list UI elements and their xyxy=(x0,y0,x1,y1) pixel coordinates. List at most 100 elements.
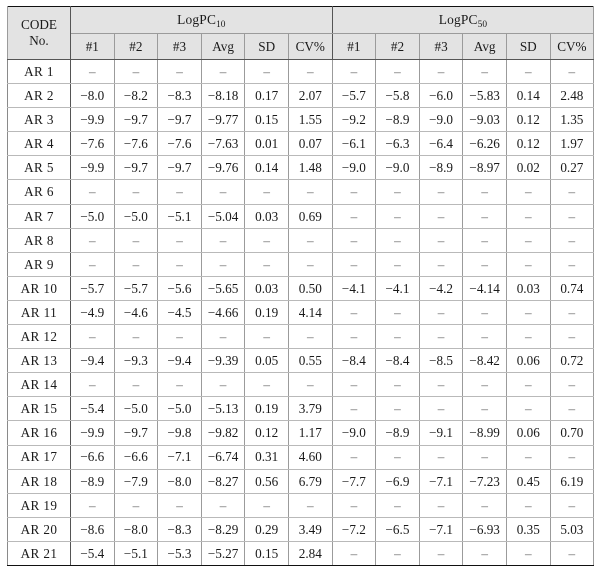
cell-pc10-avg: −8.18 xyxy=(200,83,246,109)
cell-pc50-cvpct: – xyxy=(549,492,595,518)
cell-pc10-n3: −7.6 xyxy=(157,131,202,157)
cell-pc10-avg: −5.27 xyxy=(200,540,246,566)
cell-pc50-n2: −8.4 xyxy=(375,348,420,374)
cell-pc50-cvpct: 1.35 xyxy=(549,107,595,133)
row-code-cell: AR 16 xyxy=(7,420,71,446)
group-header-logpc10: LogPC10 xyxy=(70,6,333,34)
cell-pc50-cvpct: – xyxy=(549,372,595,398)
cell-pc10-avg: −5.65 xyxy=(200,275,246,301)
cell-pc50-avg: – xyxy=(462,324,507,350)
table-body: AR 1– – – – – – – – – – – – AR 2 −8.0 −8.2 −8.3 −8.18 0.1… xyxy=(7,59,595,566)
table-row: AR 10 −5.7 −5.7 −5.6 −5.65 0.03 0.50 −4.1 −4.1 −4… xyxy=(7,275,595,301)
subheader-pc50-cv: CV% xyxy=(549,33,595,60)
code-no-header: CODE No. xyxy=(7,6,71,60)
cell-pc50-n1: – xyxy=(331,227,377,253)
cell-pc10-n2: −9.7 xyxy=(113,107,159,133)
cell-pc50-sd: 0.06 xyxy=(505,420,551,446)
cell-pc10-sd: 0.01 xyxy=(244,131,289,157)
table-row: AR 14– – – – – – – – – – – – xyxy=(7,372,595,398)
cell-pc10-cvpct: 4.14 xyxy=(287,299,333,326)
cell-pc50-cvpct: 0.72 xyxy=(549,348,595,374)
cell-pc50-n3: – xyxy=(418,251,464,277)
cell-pc10-sd: – xyxy=(244,372,289,398)
cell-pc50-n2: −6.5 xyxy=(375,516,420,542)
cell-pc50-avg: – xyxy=(462,179,507,205)
cell-pc50-n3: −8.5 xyxy=(418,348,464,374)
row-code-cell: AR 4 xyxy=(7,131,71,157)
cell-pc50-n1: – xyxy=(331,444,377,470)
cell-pc50-n1: −7.7 xyxy=(331,468,377,494)
table-row: AR 2 −8.0 −8.2 −8.3 −8.18 0.17 2.07 −5.7 −5.8 −6.… xyxy=(7,83,595,109)
cell-pc10-n3: −5.3 xyxy=(157,540,202,566)
table-row: AR 8– – – – – – – – – – – – xyxy=(7,227,595,253)
cell-pc10-avg: – xyxy=(200,179,246,205)
cell-pc10-sd: 0.14 xyxy=(244,155,289,181)
cell-pc10-sd: 0.19 xyxy=(244,396,289,422)
row-code-cell: AR 3 xyxy=(7,107,71,133)
cell-pc10-n2: −5.1 xyxy=(113,540,159,566)
cell-pc50-cvpct: 2.48 xyxy=(549,83,595,109)
cell-pc50-n2: −6.3 xyxy=(375,131,420,157)
cell-pc10-n3: – xyxy=(157,492,202,518)
cell-pc50-n1: – xyxy=(331,203,377,229)
table-sheet: CODE No. LogPC10 LogPC50 #1 #2 #3 Avg SD… xyxy=(0,0,601,566)
cell-pc50-sd: 0.02 xyxy=(505,155,551,181)
cell-pc10-n2: −7.6 xyxy=(113,131,159,157)
row-code-cell: AR 12 xyxy=(7,324,71,350)
cell-pc10-n1: −5.4 xyxy=(70,540,115,566)
cell-pc10-n1: −5.0 xyxy=(70,203,115,229)
cell-pc10-avg: −6.74 xyxy=(200,444,246,470)
table-row: AR 9– – – – – – – – – – – – xyxy=(7,251,595,277)
cell-pc10-n1: – xyxy=(70,372,115,398)
cell-pc10-n1: −7.6 xyxy=(70,131,115,157)
table-row: AR 11 −4.9 −4.6 −4.5 −4.66 0.19 4.14– – – – – – xyxy=(7,299,595,326)
cell-pc50-n3: – xyxy=(418,372,464,398)
cell-pc50-n1: −4.1 xyxy=(331,275,377,301)
table-row: AR 3 −9.9 −9.7 −9.7 −9.77 0.15 1.55 −9.2 −8.9 −9.… xyxy=(7,107,595,133)
cell-pc50-avg: −4.14 xyxy=(462,275,507,301)
cell-pc10-cvpct: 2.84 xyxy=(287,540,333,566)
cell-pc50-cvpct: – xyxy=(549,324,595,350)
cell-pc50-sd: 0.12 xyxy=(505,131,551,157)
cell-pc10-n1: −9.9 xyxy=(70,107,115,133)
cell-pc50-cvpct: 0.74 xyxy=(549,275,595,301)
cell-pc10-cvpct: 3.49 xyxy=(287,516,333,542)
table-row: AR 5 −9.9 −9.7 −9.7 −9.76 0.14 1.48 −9.0 −9.0 −8.… xyxy=(7,155,595,181)
cell-pc50-n1: −9.0 xyxy=(331,155,377,181)
cell-pc50-n1: – xyxy=(331,540,377,566)
table-row: AR 15 −5.4 −5.0 −5.0 −5.13 0.19 3.79– – – – – – xyxy=(7,396,595,422)
row-code-cell: AR 8 xyxy=(7,227,71,253)
cell-pc10-cvpct: 1.48 xyxy=(287,155,333,181)
cell-pc50-n1: – xyxy=(331,324,377,350)
cell-pc10-cvpct: – xyxy=(287,59,333,85)
subheader-pc10-cv: CV% xyxy=(287,33,333,60)
cell-pc10-sd: 0.15 xyxy=(244,540,289,566)
row-code-cell: AR 21 xyxy=(7,540,71,566)
cell-pc50-avg: – xyxy=(462,59,507,85)
cell-pc10-n2: – xyxy=(113,251,159,277)
cell-pc10-n3: −9.7 xyxy=(157,155,202,181)
cell-pc10-sd: – xyxy=(244,251,289,277)
cell-pc10-sd: 0.17 xyxy=(244,83,289,109)
table-row: AR 21 −5.4 −5.1 −5.3 −5.27 0.15 2.84– – – – – – xyxy=(7,540,595,566)
table-row: AR 18 −8.9 −7.9 −8.0 −8.27 0.56 6.79 −7.7 −6.9 −7… xyxy=(7,468,595,494)
row-code-cell: AR 7 xyxy=(7,203,71,229)
cell-pc50-n3: – xyxy=(418,444,464,470)
cell-pc50-avg: −9.03 xyxy=(462,107,507,133)
cell-pc50-n3: – xyxy=(418,179,464,205)
cell-pc50-n1: −9.2 xyxy=(331,107,377,133)
cell-pc10-n3: −9.8 xyxy=(157,420,202,446)
table-row: AR 20 −8.6 −8.0 −8.3 −8.29 0.29 3.49 −7.2 −6.5 −7… xyxy=(7,516,595,542)
cell-pc10-n3: −9.4 xyxy=(157,348,202,374)
cell-pc10-n2: – xyxy=(113,492,159,518)
table-row: AR 12– – – – – – – – – – – – xyxy=(7,324,595,350)
cell-pc50-n3: −8.9 xyxy=(418,155,464,181)
cell-pc10-sd: 0.05 xyxy=(244,348,289,374)
cell-pc50-n2: – xyxy=(375,203,420,229)
cell-pc10-cvpct: 4.60 xyxy=(287,444,333,470)
cell-pc10-n3: −8.3 xyxy=(157,516,202,542)
cell-pc50-cvpct: – xyxy=(549,203,595,229)
cell-pc50-n2: – xyxy=(375,372,420,398)
cell-pc50-avg: – xyxy=(462,444,507,470)
cell-pc50-cvpct: 5.03 xyxy=(549,516,595,542)
